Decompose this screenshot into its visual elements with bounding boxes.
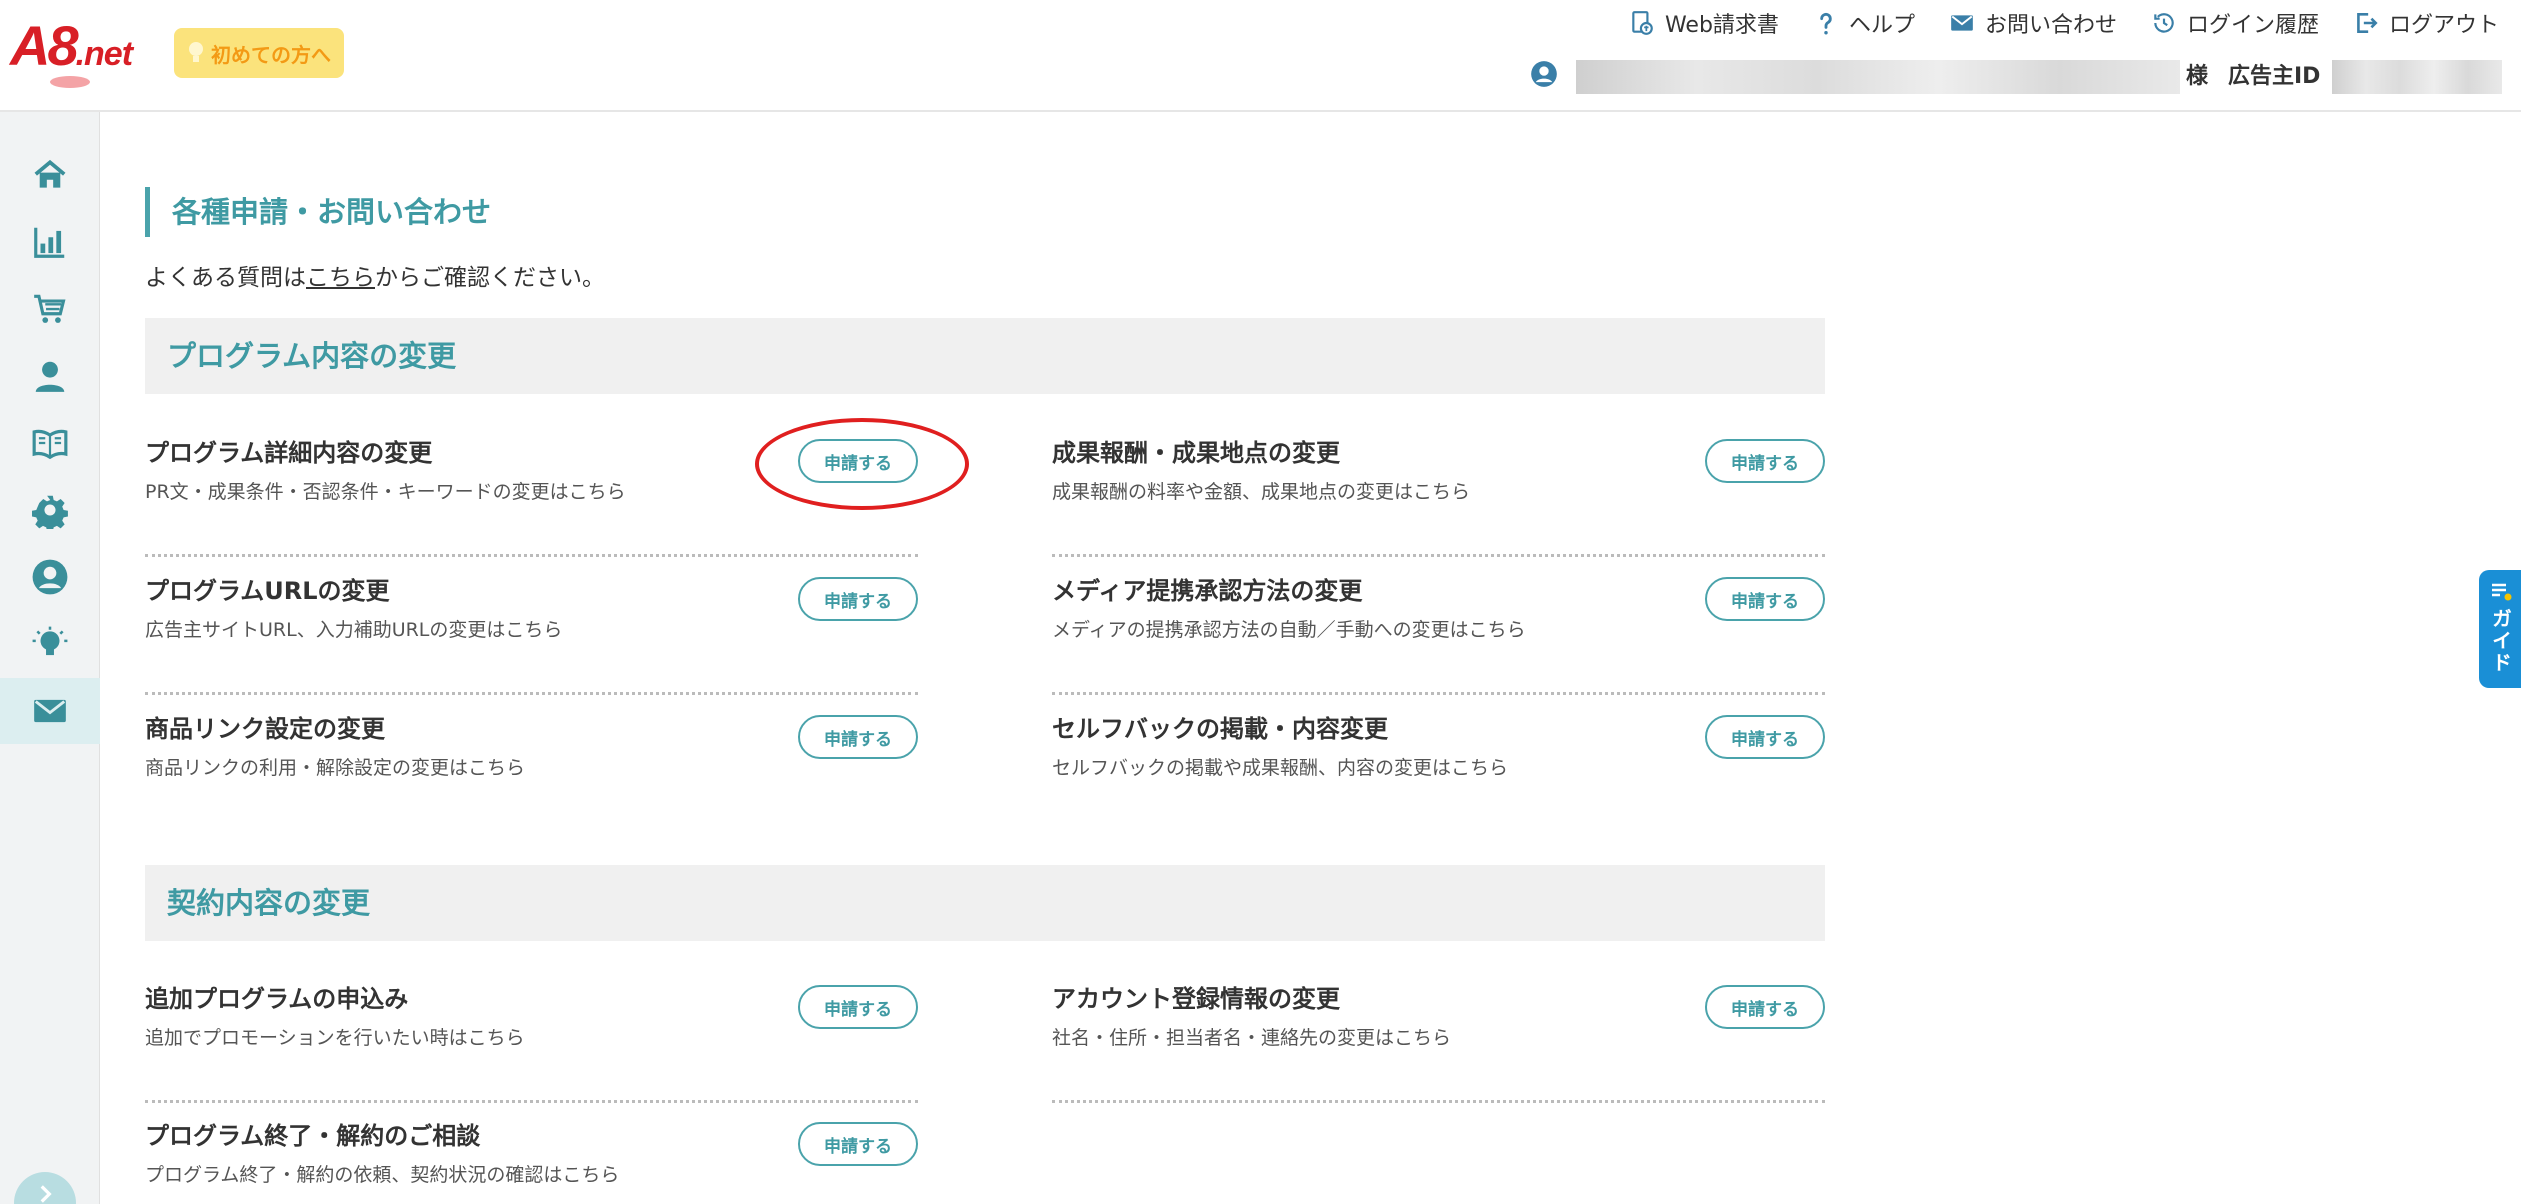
account-name-redacted [1576, 60, 2180, 94]
faq-prefix: よくある質問は [145, 265, 306, 291]
user-circle-icon [1531, 61, 1557, 87]
sidebar-item-contact[interactable] [0, 678, 100, 744]
request-item: プログラムURLの変更 広告主サイトURL、入力補助URLの変更はこちら 申請す… [145, 557, 918, 695]
a8-logo[interactable]: A8.net [10, 14, 160, 88]
mail-icon [34, 699, 66, 723]
apply-button[interactable]: 申請する [1705, 985, 1825, 1029]
logout-icon [2357, 13, 2378, 33]
request-item: セルフバックの掲載・内容変更 セルフバックの掲載や成果報酬、内容の変更はこちら … [1052, 695, 1825, 833]
request-item: 商品リンク設定の変更 商品リンクの利用・解除設定の変更はこちら 申請する [145, 695, 918, 833]
request-item: プログラム終了・解約のご相談 プログラム終了・解約の依頼、契約状況の確認はこちら… [145, 1102, 918, 1202]
logo-main: A8 [10, 14, 79, 77]
request-item-desc: プログラム終了・解約の依頼、契約状況の確認はこちら [145, 1164, 620, 1186]
lightbulb-icon [32, 626, 68, 656]
lightbulb-icon [187, 42, 205, 64]
invoice-link[interactable]: Web請求書 [1629, 7, 1779, 39]
request-item-title: プログラム詳細内容の変更 [145, 439, 433, 467]
book-icon [32, 429, 68, 460]
request-item: 追加プログラムの申込み 追加でプロモーションを行いたい時はこちら 申請する [145, 965, 918, 1103]
logo-swoosh [50, 76, 90, 88]
request-item-title: プログラムURLの変更 [145, 577, 390, 605]
list-icon [2492, 583, 2512, 601]
apply-button[interactable]: 申請する [798, 439, 918, 483]
request-item: プログラム詳細内容の変更 PR文・成果条件・否認条件・キーワードの変更はこちら … [145, 419, 918, 557]
faq-line: よくある質問はこちらからご確認ください。 [145, 258, 605, 292]
request-item-title: 商品リンク設定の変更 [145, 715, 385, 743]
faq-link[interactable]: こちら [306, 265, 375, 291]
logout-label: ログアウト [2388, 13, 2499, 38]
sidebar [0, 112, 100, 1204]
account-name-suffix: 様 [2186, 64, 2209, 89]
request-item-title: メディア提携承認方法の変更 [1052, 577, 1363, 605]
home-icon [34, 159, 66, 188]
first-time-button[interactable]: 初めての方へ [174, 28, 344, 78]
request-item-title: アカウント登録情報の変更 [1052, 985, 1340, 1013]
help-link-label: ヘルプ [1848, 13, 1915, 38]
request-item-desc: 成果報酬の料率や金額、成果地点の変更はこちら [1052, 481, 1471, 503]
request-item: 成果報酬・成果地点の変更 成果報酬の料率や金額、成果地点の変更はこちら 申請する [1052, 419, 1825, 557]
request-item-title: 成果報酬・成果地点の変更 [1052, 439, 1340, 467]
login-history-link[interactable]: ログイン履歴 [2151, 7, 2319, 39]
sidebar-item-reports[interactable] [0, 209, 100, 275]
faq-suffix: からご確認ください。 [375, 265, 605, 291]
account-circle-icon [32, 559, 68, 595]
question-icon [1820, 12, 1832, 35]
history-clock-icon [2154, 13, 2174, 33]
login-history-label: ログイン履歴 [2186, 13, 2319, 38]
first-time-label: 初めての方へ [211, 42, 331, 67]
cart-icon [34, 294, 66, 323]
sidebar-item-home[interactable] [0, 142, 100, 208]
bar-chart-icon [34, 227, 65, 258]
person-icon [35, 361, 65, 392]
advertiser-id-redacted [2332, 60, 2502, 94]
request-item: アカウント登録情報の変更 社名・住所・担当者名・連絡先の変更はこちら 申請する [1052, 965, 1825, 1103]
sidebar-item-cart[interactable] [0, 276, 100, 342]
mail-icon [1951, 15, 1973, 31]
help-link[interactable]: ヘルプ [1813, 7, 1915, 39]
request-item-title: 追加プログラムの申込み [145, 985, 409, 1013]
apply-button[interactable]: 申請する [798, 715, 918, 759]
section-heading-contract: 契約内容の変更 [145, 865, 1825, 941]
request-item-desc: 追加でプロモーションを行いたい時はこちら [145, 1027, 525, 1049]
gear-icon [31, 495, 68, 529]
sidebar-item-user[interactable] [0, 343, 100, 409]
contact-link[interactable]: お問い合わせ [1949, 7, 2117, 39]
invoice-icon [1632, 11, 1653, 35]
guide-tab-label: ガイド [2488, 608, 2513, 674]
top-links: Web請求書 ヘルプ お問い合わせ ログイン履歴 ログアウト [1629, 6, 2499, 40]
apply-button[interactable]: 申請する [1705, 439, 1825, 483]
page-title: 各種申請・お問い合わせ [145, 187, 491, 237]
logo-suffix: .net [75, 35, 133, 73]
sidebar-item-guide-book[interactable] [0, 410, 100, 476]
request-item-desc: メディアの提携承認方法の自動／手動への変更はこちら [1052, 619, 1526, 641]
request-item-desc: セルフバックの掲載や成果報酬、内容の変更はこちら [1052, 757, 1509, 779]
request-item: メディア提携承認方法の変更 メディアの提携承認方法の自動／手動への変更はこちら … [1052, 557, 1825, 695]
top-header: A8.net 初めての方へ Web請求書 ヘルプ お問い合わせ ログイン履歴 ロ… [0, 0, 2521, 112]
request-item-title: プログラム終了・解約のご相談 [145, 1122, 481, 1150]
sidebar-item-account[interactable] [0, 544, 100, 610]
request-item-title: セルフバックの掲載・内容変更 [1052, 715, 1388, 743]
guide-tab[interactable]: ガイド [2479, 570, 2521, 688]
request-item-desc: 社名・住所・担当者名・連絡先の変更はこちら [1052, 1027, 1452, 1049]
sidebar-item-settings[interactable] [0, 477, 100, 543]
request-item-desc: PR文・成果条件・否認条件・キーワードの変更はこちら [145, 481, 626, 503]
apply-button[interactable]: 申請する [1705, 715, 1825, 759]
invoice-link-label: Web請求書 [1664, 13, 1779, 38]
apply-button[interactable]: 申請する [1705, 577, 1825, 621]
advertiser-id-label: 広告主ID [2228, 64, 2321, 89]
logout-link[interactable]: ログアウト [2353, 7, 2499, 39]
logo-text: A8.net [10, 18, 133, 74]
apply-button[interactable]: 申請する [798, 577, 918, 621]
chevron-right-icon [40, 1185, 52, 1203]
apply-button[interactable]: 申請する [798, 985, 918, 1029]
apply-button[interactable]: 申請する [798, 1122, 918, 1166]
sidebar-item-tips[interactable] [0, 611, 100, 677]
sidebar-expand-button[interactable] [14, 1172, 76, 1204]
request-item-desc: 商品リンクの利用・解除設定の変更はこちら [145, 757, 526, 779]
section-heading-program: プログラム内容の変更 [145, 318, 1825, 394]
request-item-desc: 広告主サイトURL、入力補助URLの変更はこちら [145, 619, 563, 641]
contact-link-label: お問い合わせ [1984, 13, 2117, 38]
